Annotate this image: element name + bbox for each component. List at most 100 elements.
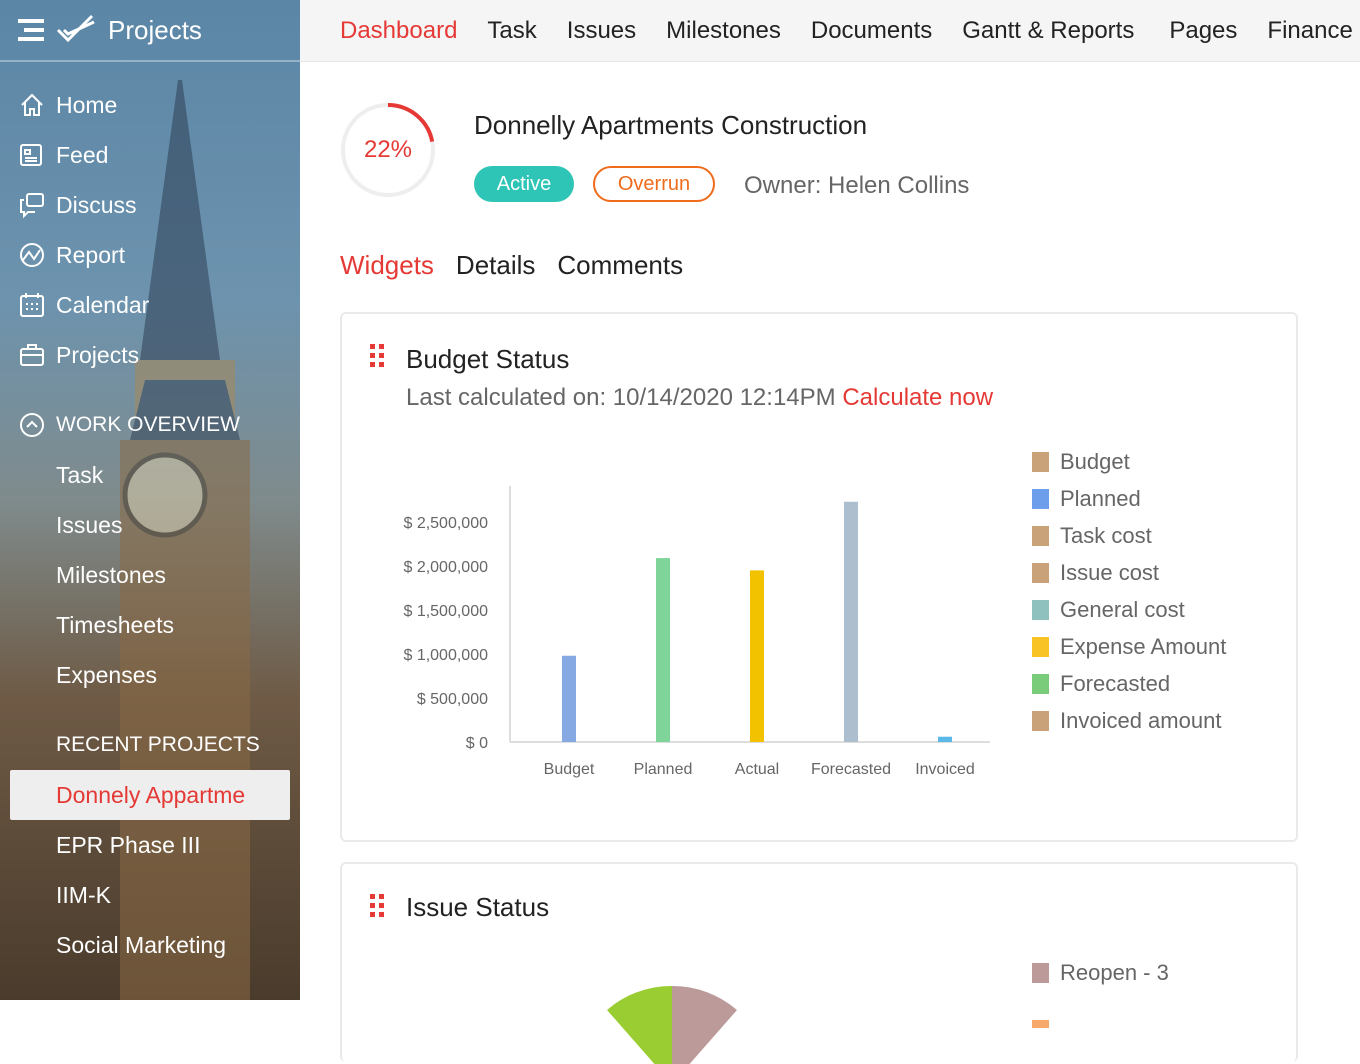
legend-item: Expense Amount [1032, 628, 1226, 665]
pie-slice-reopen [672, 985, 737, 1064]
legend-label: Planned [1060, 485, 1141, 511]
tab-task[interactable]: Task [487, 17, 536, 45]
sidebar-item-label: Home [56, 91, 118, 118]
bar-forecasted[interactable] [844, 501, 858, 742]
hamburger-menu-icon[interactable] [18, 19, 44, 41]
drag-handle-icon[interactable] [370, 894, 388, 922]
widget-title: Issue Status [406, 892, 550, 922]
legend-swatch [1032, 451, 1049, 472]
bar-planned[interactable] [656, 558, 670, 742]
briefcase-icon [20, 344, 44, 366]
legend-item: Issue cost [1032, 554, 1226, 591]
tab-gantt-reports[interactable]: Gantt & Reports [962, 17, 1134, 45]
tab-milestones[interactable]: Milestones [666, 17, 781, 45]
work-overview-toggle[interactable]: WORK OVERVIEW [0, 400, 300, 450]
recent-project-donnely[interactable]: Donnely Appartme [10, 770, 290, 820]
legend-label: Forecasted [1060, 670, 1171, 696]
sidebar-item-label: Feed [56, 141, 109, 168]
sidebar-item-home[interactable]: Home [0, 80, 300, 130]
sidebar-item-feed[interactable]: Feed [0, 130, 300, 180]
y-tick-label: $ 0 [466, 735, 488, 752]
sidebar-item-calendar[interactable]: Calendar [0, 280, 300, 330]
sidebar-item-timesheets[interactable]: Timesheets [0, 600, 300, 650]
bar-actual[interactable] [750, 570, 764, 742]
recent-project-epr[interactable]: EPR Phase III [0, 820, 300, 870]
legend-item: Forecasted [1032, 665, 1226, 702]
tab-widgets[interactable]: Widgets [340, 250, 434, 281]
issue-status-widget: Issue Status Reopen - 3 [340, 862, 1298, 1064]
legend-item: Invoiced amount [1032, 702, 1226, 739]
legend-item: Task cost [1032, 517, 1226, 554]
x-tick-label: Forecasted [811, 761, 891, 778]
x-tick-label: Invoiced [915, 761, 975, 778]
legend-label: Issue cost [1060, 559, 1160, 585]
legend-label: General cost [1060, 596, 1185, 622]
overrun-badge: Overrun [593, 166, 715, 202]
y-tick-label: $ 2,000,000 [403, 559, 488, 576]
legend-label: Budget [1060, 448, 1130, 474]
sidebar-item-issues[interactable]: Issues [0, 500, 300, 550]
recent-projects-heading: RECENT PROJECTS [56, 733, 260, 756]
tab-issues[interactable]: Issues [567, 17, 636, 45]
home-icon [21, 93, 43, 116]
budget-status-widget: Budget Status Last calculated on: 10/14/… [340, 312, 1298, 842]
legend-label: Invoiced amount [1060, 707, 1222, 733]
issue-legend: Reopen - 3 [1032, 954, 1169, 1028]
legend-label: Reopen - 3 [1060, 959, 1169, 985]
tab-pages[interactable]: Pages [1169, 17, 1237, 45]
sidebar-item-label: Calendar [56, 291, 150, 318]
progress-percent: 22% [363, 136, 413, 163]
y-tick-label: $ 1,000,000 [403, 647, 488, 664]
tab-comments[interactable]: Comments [557, 250, 683, 281]
x-tick-label: Planned [634, 761, 693, 778]
app-title: Projects [108, 14, 202, 45]
y-tick-label: $ 2,500,000 [403, 515, 488, 532]
discuss-icon [20, 193, 44, 219]
sidebar-header: Projects [0, 0, 300, 62]
sidebar-item-milestones[interactable]: Milestones [0, 550, 300, 600]
bar-invoiced[interactable] [938, 736, 952, 742]
sidebar-item-label: Discuss [56, 191, 137, 218]
section-label: WORK OVERVIEW [56, 413, 240, 436]
sidebar-item-projects[interactable]: Projects [0, 330, 300, 380]
legend-swatch [1032, 710, 1049, 731]
budget-bar-chart: $ 0 $ 500,000 $ 1,000,000 $ 1,500,000 $ 2,00… [403, 486, 990, 778]
legend-item: General cost [1032, 591, 1226, 628]
sidebar-item-label: Report [56, 241, 126, 268]
tab-dashboard[interactable]: Dashboard [340, 17, 457, 45]
project-owner: Owner: Helen Collins [744, 172, 970, 199]
feed-icon [20, 144, 42, 166]
legend-item: Budget [1032, 443, 1226, 480]
y-tick-label: $ 500,000 [417, 691, 488, 708]
projects-logo-icon [56, 14, 95, 43]
legend-swatch [1032, 1020, 1049, 1028]
pie-slice-open [607, 985, 672, 1064]
x-tick-label: Actual [735, 761, 779, 778]
recent-project-iimk[interactable]: IIM-K [0, 870, 300, 920]
sidebar-item-discuss[interactable]: Discuss [0, 180, 300, 230]
chevron-up-circle-icon [20, 413, 44, 437]
legend-swatch [1032, 525, 1049, 546]
legend-swatch [1032, 599, 1049, 620]
legend-item: Reopen - 3 [1032, 954, 1169, 991]
y-tick-label: $ 1,500,000 [403, 603, 488, 620]
sidebar-item-report[interactable]: Report [0, 230, 300, 280]
calendar-icon [20, 293, 44, 317]
recent-project-social-marketing[interactable]: Social Marketing [0, 920, 300, 970]
legend-label: Expense Amount [1060, 633, 1227, 659]
legend-swatch [1032, 636, 1049, 657]
sidebar-item-task[interactable]: Task [0, 450, 300, 500]
x-tick-label: Budget [544, 761, 595, 778]
tab-finance[interactable]: Finance [1267, 17, 1352, 45]
tab-details[interactable]: Details [456, 250, 535, 281]
project-title: Donnelly Apartments Construction [474, 110, 868, 140]
issue-pie-chart [607, 985, 737, 1064]
sidebar-item-expenses[interactable]: Expenses [0, 650, 300, 700]
tab-documents[interactable]: Documents [811, 17, 932, 45]
bar-budget[interactable] [562, 655, 576, 742]
sidebar: Projects Home Feed Discuss Report Calend… [0, 0, 300, 1000]
legend-swatch [1032, 562, 1049, 583]
sidebar-item-label: Projects [56, 341, 140, 368]
status-badge[interactable]: Active [474, 166, 574, 202]
report-icon [20, 243, 44, 267]
